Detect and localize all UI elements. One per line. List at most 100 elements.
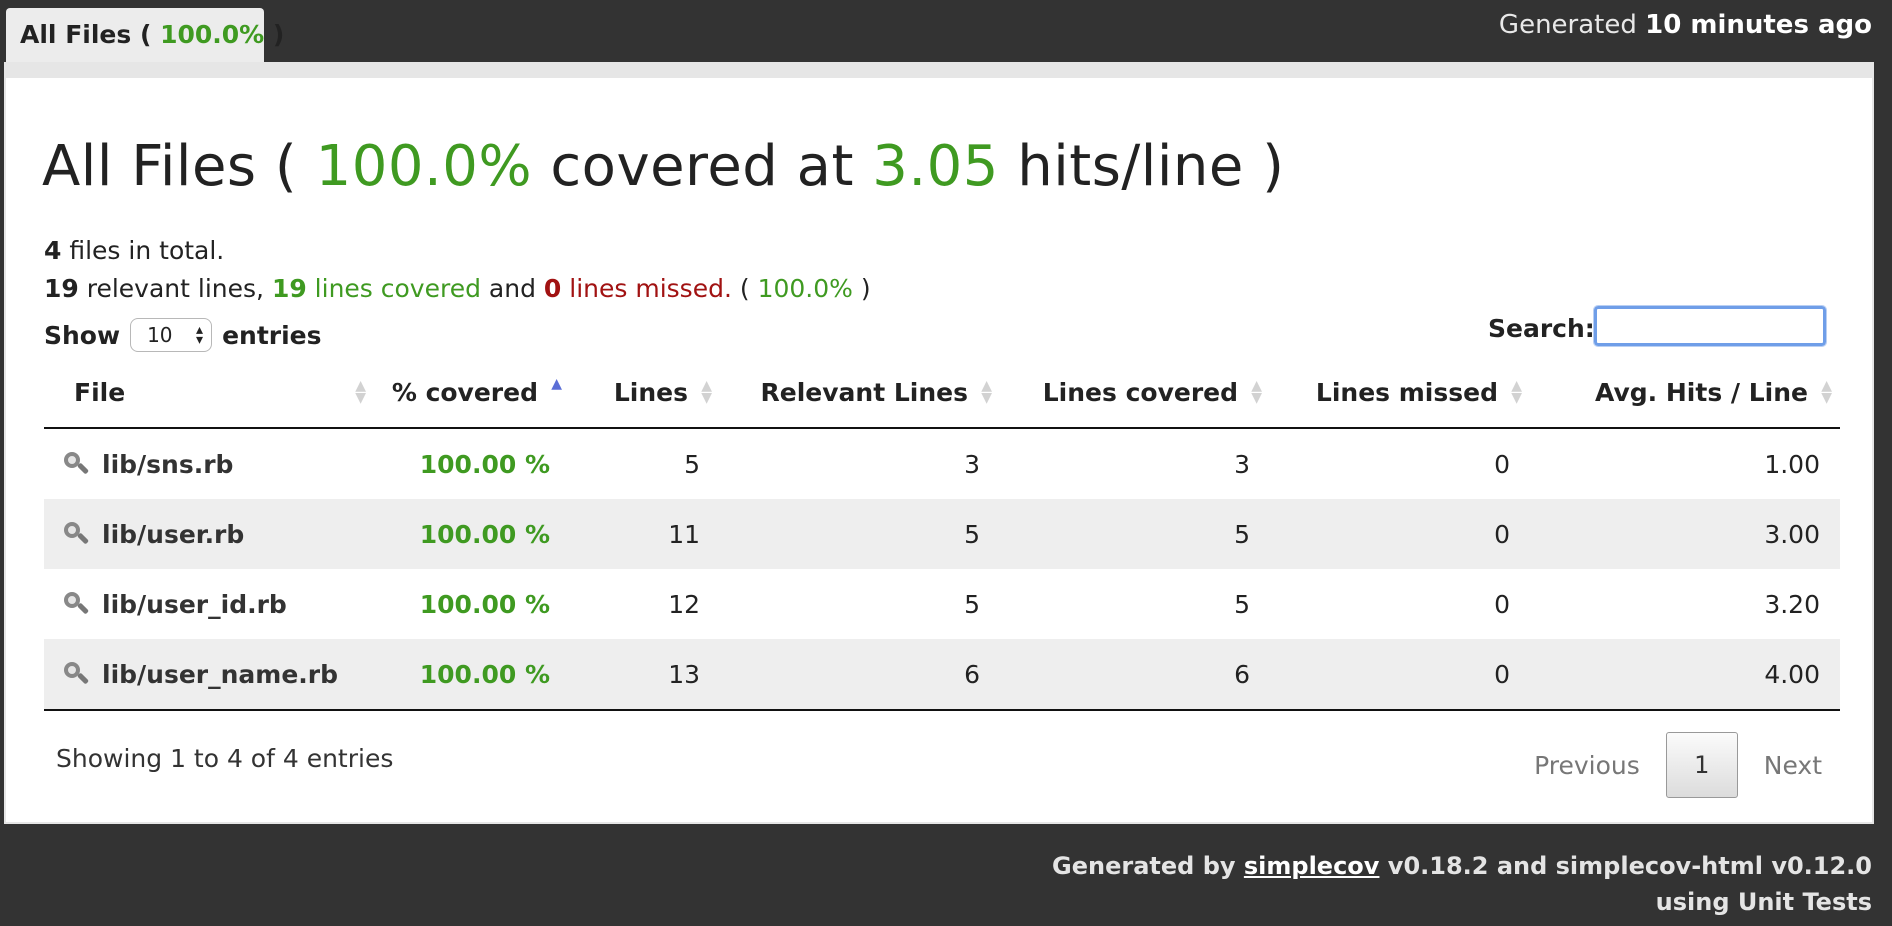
file-cell-wrapper: lib/sns.rb bbox=[44, 428, 374, 499]
relevant-lines-count: 6 bbox=[720, 639, 1000, 711]
lines-covered-count: 6 bbox=[1000, 639, 1270, 711]
missed-lines-text: lines missed. bbox=[561, 274, 732, 303]
entries-label: entries bbox=[222, 320, 322, 350]
files-count: 4 bbox=[44, 236, 62, 265]
sort-arrows-icon: ▲ ▼ bbox=[701, 378, 712, 406]
previous-button[interactable]: Previous bbox=[1512, 751, 1662, 780]
relevant-lines-text: relevant lines, bbox=[78, 274, 272, 303]
footer-versions: v0.18.2 and simplecov-html v0.12.0 bbox=[1379, 852, 1872, 880]
tab-label-suffix: ) bbox=[264, 20, 285, 49]
column-label: Relevant Lines bbox=[760, 378, 968, 407]
file-cell-wrapper: lib/user.rb bbox=[44, 499, 374, 569]
file-cell-wrapper: lib/user_name.rb bbox=[44, 639, 374, 711]
summary-lines: 19 relevant lines, 19 lines covered and … bbox=[44, 274, 871, 303]
avg-hits-value: 3.00 bbox=[1530, 499, 1840, 569]
show-label: Show bbox=[44, 320, 121, 350]
column-label: File bbox=[74, 378, 126, 407]
pct-open: ( bbox=[731, 274, 758, 303]
pagination: Previous 1 Next bbox=[1512, 732, 1844, 798]
footer-generated-by: Generated by simplecov v0.18.2 and simpl… bbox=[1052, 852, 1872, 880]
main-panel: All Files ( 100.0% covered at 3.05 hits/… bbox=[4, 62, 1874, 824]
title-prefix: All Files ( bbox=[42, 134, 316, 199]
search-label: Search: bbox=[1488, 314, 1595, 343]
file-link[interactable]: lib/user_id.rb bbox=[44, 569, 354, 639]
column-header-relevant-lines[interactable]: Relevant Lines ▲ ▼ bbox=[720, 358, 1000, 429]
files-text: files in total. bbox=[61, 236, 225, 265]
footer-test-suite: using Unit Tests bbox=[1655, 888, 1872, 916]
relevant-lines-count: 3 bbox=[720, 428, 1000, 499]
table-row: lib/user_name.rb 100.00 % 13 6 6 0 4.00 bbox=[44, 639, 1840, 711]
file-name: lib/user.rb bbox=[102, 519, 245, 549]
avg-hits-value: 4.00 bbox=[1530, 639, 1840, 711]
lines-missed-count: 0 bbox=[1270, 569, 1530, 639]
table-info: Showing 1 to 4 of 4 entries bbox=[56, 744, 394, 773]
column-label: % covered bbox=[391, 378, 538, 407]
lines-missed-count: 0 bbox=[1270, 499, 1530, 569]
pct-close: ) bbox=[852, 274, 871, 303]
lines-count: 13 bbox=[570, 639, 720, 711]
page-size-select[interactable]: 10 ▴ ▾ bbox=[130, 318, 213, 352]
avg-hits-value: 1.00 bbox=[1530, 428, 1840, 499]
column-header-covered[interactable]: % covered ▲ bbox=[374, 358, 570, 429]
lines-covered-count: 5 bbox=[1000, 569, 1270, 639]
sort-arrows-icon: ▲ ▼ bbox=[1821, 378, 1832, 406]
tab-coverage: 100.0% bbox=[160, 20, 265, 49]
title-suffix: hits/line ) bbox=[998, 134, 1285, 199]
column-label: Lines missed bbox=[1315, 378, 1498, 407]
generated-time: 10 minutes ago bbox=[1645, 10, 1872, 40]
next-button[interactable]: Next bbox=[1742, 751, 1844, 780]
table-row: lib/user.rb 100.00 % 11 5 5 0 3.00 bbox=[44, 499, 1840, 569]
file-name: lib/user_name.rb bbox=[102, 659, 339, 689]
tab-all-files[interactable]: All Files ( 100.0% ) bbox=[6, 8, 284, 62]
lines-missed-count: 0 bbox=[1270, 639, 1530, 711]
footer-prefix: Generated by bbox=[1052, 852, 1244, 880]
file-link[interactable]: lib/user_name.rb bbox=[44, 639, 354, 709]
coverage-percent: 100.00 % bbox=[374, 428, 570, 499]
sort-arrows-icon: ▲ ▼ bbox=[1251, 378, 1262, 406]
search-input[interactable] bbox=[1593, 305, 1827, 347]
file-link[interactable]: lib/user.rb bbox=[44, 499, 354, 569]
sort-arrows-icon: ▲ ▼ bbox=[355, 378, 366, 406]
tab-label-prefix: All Files ( bbox=[20, 20, 161, 49]
title-hits: 3.05 bbox=[872, 134, 999, 199]
page-number-button[interactable]: 1 bbox=[1665, 732, 1738, 798]
file-name: lib/sns.rb bbox=[102, 449, 234, 479]
page-title: All Files ( 100.0% covered at 3.05 hits/… bbox=[42, 134, 1284, 199]
sort-ascending-icon: ▲ bbox=[551, 376, 562, 392]
column-header-file[interactable]: File ▲ ▼ bbox=[44, 358, 374, 429]
column-label: Lines bbox=[613, 378, 688, 407]
header-bar: All Files ( 100.0% ) Generated 10 minute… bbox=[0, 0, 1892, 62]
summary-coverage-pct: 100.0% bbox=[757, 274, 853, 303]
covered-lines-count: 19 bbox=[271, 274, 307, 303]
column-header-lines-covered[interactable]: Lines covered ▲ ▼ bbox=[1000, 358, 1270, 429]
coverage-percent: 100.00 % bbox=[374, 639, 570, 711]
column-header-lines[interactable]: Lines ▲ ▼ bbox=[570, 358, 720, 429]
magnifier-icon bbox=[62, 520, 90, 548]
file-name: lib/user_id.rb bbox=[102, 589, 287, 619]
magnifier-icon bbox=[62, 660, 90, 688]
lines-covered-count: 3 bbox=[1000, 428, 1270, 499]
lines-covered-count: 5 bbox=[1000, 499, 1270, 569]
coverage-percent: 100.00 % bbox=[374, 499, 570, 569]
relevant-lines-count: 19 bbox=[44, 274, 79, 303]
relevant-lines-count: 5 bbox=[720, 499, 1000, 569]
column-header-lines-missed[interactable]: Lines missed ▲ ▼ bbox=[1270, 358, 1530, 429]
summary-total-files: 4 files in total. bbox=[44, 236, 224, 265]
column-label: Lines covered bbox=[1042, 378, 1238, 407]
sort-arrows-icon: ▲ ▼ bbox=[981, 378, 992, 406]
file-link[interactable]: lib/sns.rb bbox=[44, 429, 354, 499]
covered-lines-text: lines covered bbox=[306, 274, 481, 303]
column-header-avg-hits[interactable]: Avg. Hits / Line ▲ ▼ bbox=[1530, 358, 1840, 429]
relevant-lines-count: 5 bbox=[720, 569, 1000, 639]
lines-count: 5 bbox=[570, 428, 720, 499]
show-entries-control: Show 10 ▴ ▾ entries bbox=[44, 318, 322, 352]
table-row: lib/user_id.rb 100.00 % 12 5 5 0 3.20 bbox=[44, 569, 1840, 639]
generated-prefix: Generated bbox=[1498, 10, 1646, 40]
generated-timestamp: Generated 10 minutes ago bbox=[1499, 10, 1872, 40]
simplecov-link[interactable]: simplecov bbox=[1244, 852, 1380, 880]
title-coverage: 100.0% bbox=[315, 134, 533, 199]
and-text: and bbox=[480, 274, 544, 303]
page-size-value: 10 bbox=[147, 323, 173, 347]
file-cell-wrapper: lib/user_id.rb bbox=[44, 569, 374, 639]
table-header-row: File ▲ ▼ % covered ▲ Lines ▲ ▼ Relevant Lines… bbox=[44, 358, 1840, 429]
